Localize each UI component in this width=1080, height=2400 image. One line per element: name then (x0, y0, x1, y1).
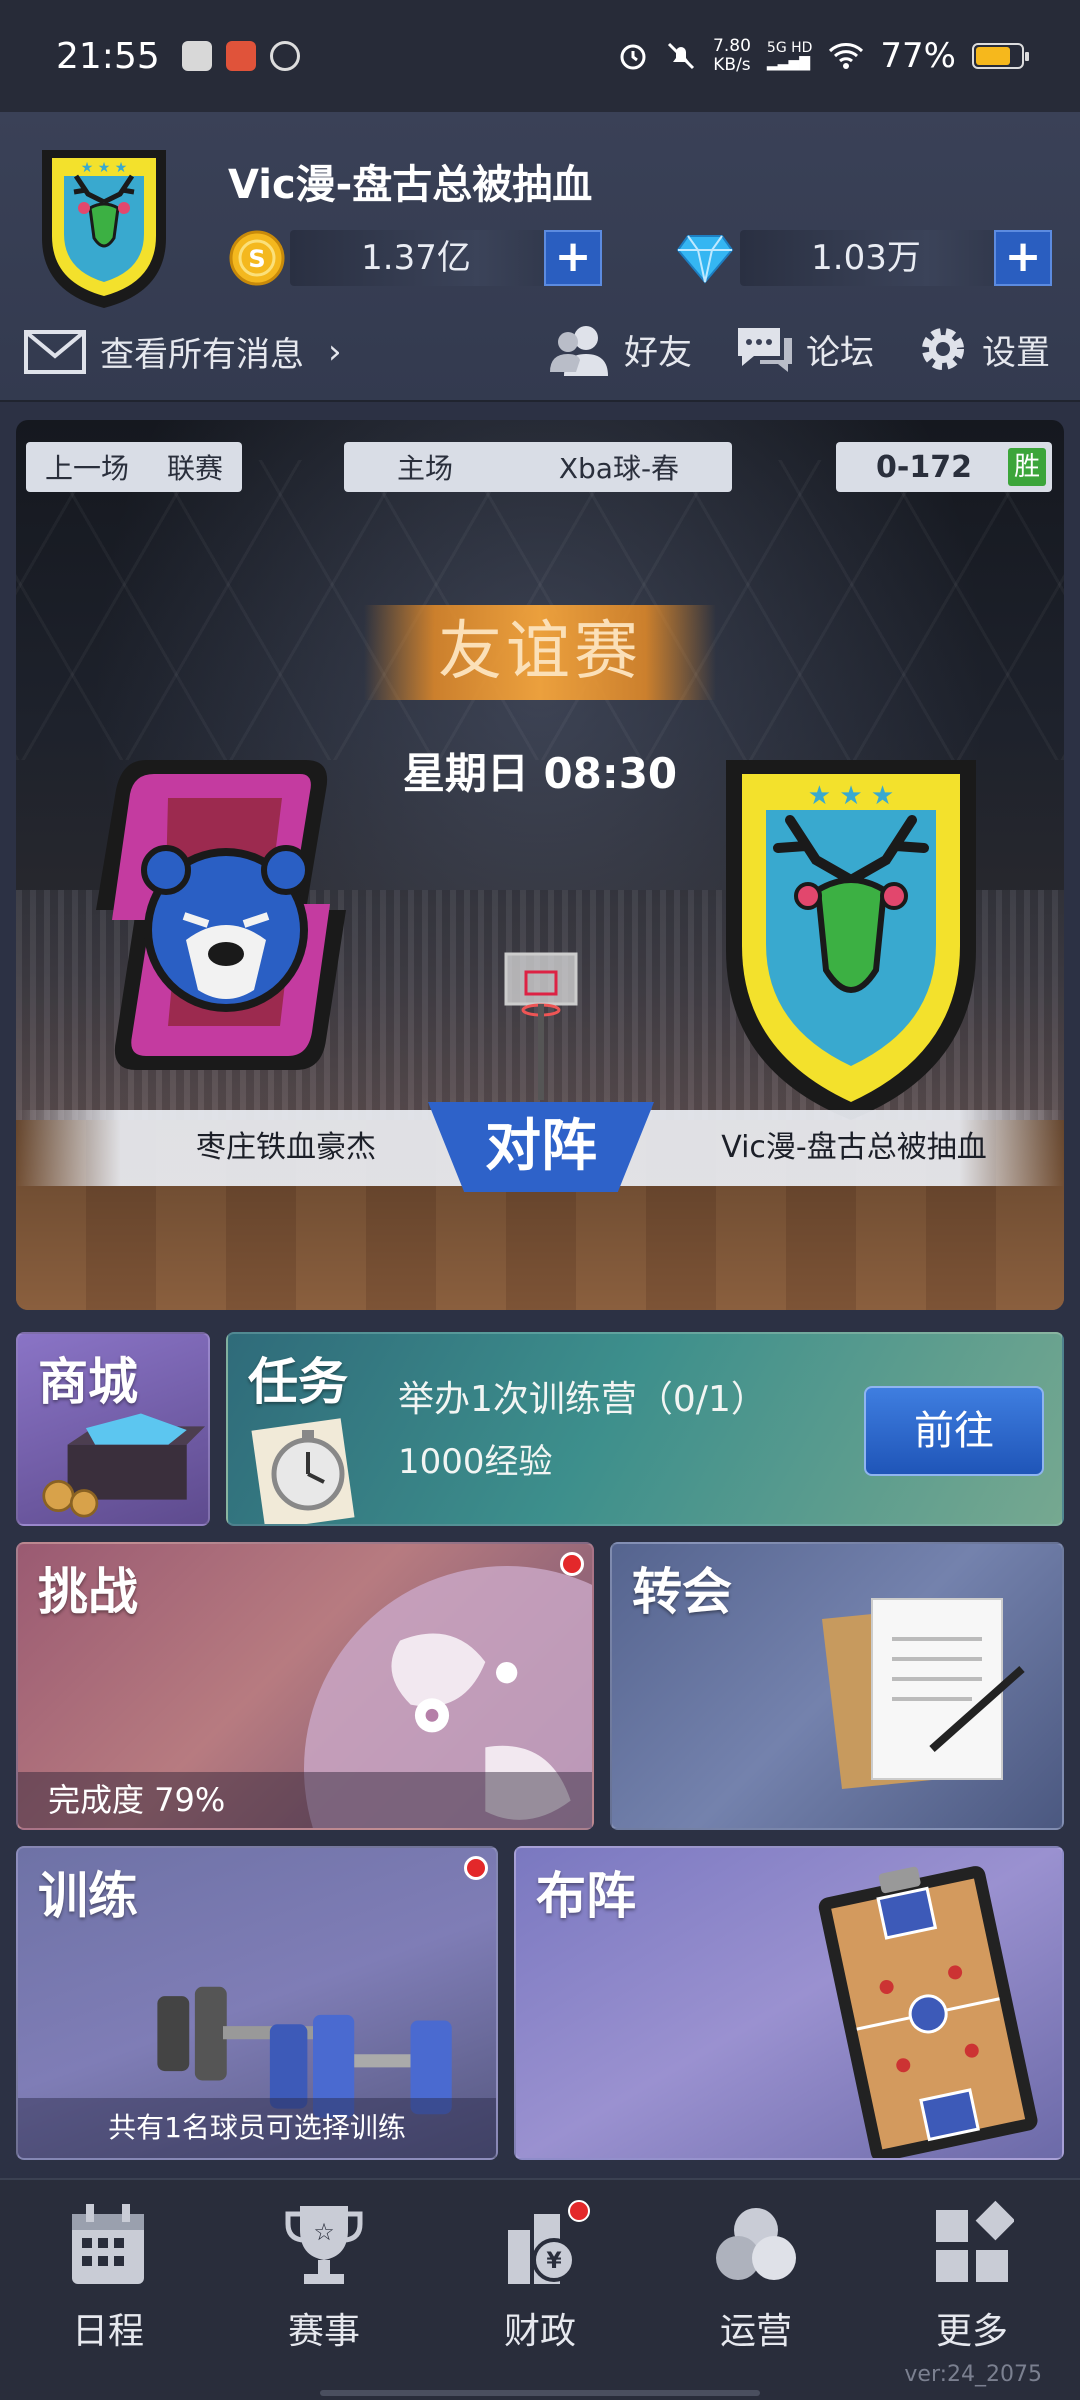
add-diamonds-button[interactable]: + (994, 230, 1052, 286)
nav-finance-label: 财政 (503, 2311, 576, 2352)
status-time: 21:55 (56, 35, 160, 77)
app-notification-icon (269, 41, 300, 71)
stopwatch-icon (251, 1418, 355, 1524)
network-speed: 7.80 KB/s (713, 36, 751, 75)
messages-label: 查看所有消息 (100, 335, 304, 375)
task-go-button[interactable]: 前往 (864, 1386, 1044, 1476)
svg-text:☆: ☆ (313, 2218, 335, 2246)
last-game-chip[interactable]: 上一场 联赛 (26, 442, 242, 492)
last-score-chip[interactable]: 0-172 胜 (836, 442, 1052, 492)
diamonds-amount: 1.03万 (811, 238, 921, 278)
task-description: 举办1次训练营（0/1） (398, 1379, 767, 1420)
svg-text:S: S (248, 245, 265, 273)
dumbbell-icon (157, 1986, 452, 2118)
basketball-hoop (504, 952, 578, 1100)
nav-schedule[interactable]: 日程 (28, 2200, 188, 2400)
status-bar: 21:55 7.80 KB/s 5G HD ▂▃▅▇ 77% (0, 0, 1080, 112)
nav-more-label: 更多 (935, 2311, 1008, 2352)
last-score: 0-172 (876, 449, 972, 485)
friends-label: 好友 (624, 332, 692, 373)
training-notification-dot (464, 1856, 488, 1880)
home-team-name: 枣庄铁血豪杰 (196, 1130, 376, 1165)
mail-icon (24, 329, 86, 374)
svg-text:★ ★ ★: ★ ★ ★ (808, 781, 894, 811)
battery-percent: 77% (880, 36, 956, 76)
app-notification-icon (225, 41, 256, 71)
nav-operations-label: 运营 (719, 2311, 792, 2352)
shop-title: 商城 (38, 1353, 138, 1411)
away-team-logo: ★ ★ ★ (726, 760, 976, 1120)
svg-text:★ ★ ★: ★ ★ ★ (81, 160, 128, 176)
finance-notification-dot (568, 2200, 590, 2222)
nav-events[interactable]: ☆ 赛事 (244, 2200, 404, 2400)
next-match-panel[interactable]: 上一场 联赛 主场 Xba球-春 0-172 胜 友谊赛 星期日 08:30 ★… (16, 420, 1064, 1310)
team-logo[interactable]: ★ ★ ★ (28, 142, 180, 312)
lineup-title: 布阵 (536, 1867, 636, 1925)
app-notification-icon (181, 41, 212, 71)
venue-name: Xba球-春 (558, 452, 680, 485)
task-tile[interactable]: 任务 举办1次训练营（0/1） 1000经验 前往 (226, 1332, 1064, 1526)
treasure-chest-icon (42, 1413, 206, 1518)
coins-amount: 1.37亿 (361, 238, 471, 278)
alarm-icon (620, 44, 646, 70)
signal-icon: 5G HD ▂▃▅▇ (766, 40, 813, 71)
team-header: ★ ★ ★ Vic漫-盘古总被抽血 S 1.37亿 + 1.03万 + 查看所有… (0, 112, 1080, 402)
svg-text:¥: ¥ (546, 2249, 562, 2274)
challenge-title: 挑战 (38, 1563, 138, 1621)
contract-icon (822, 1598, 1025, 1789)
calendar-icon (72, 2204, 144, 2284)
training-title: 训练 (38, 1867, 138, 1925)
challenge-progress: 完成度 79% (18, 1772, 592, 1828)
mute-icon (667, 42, 695, 70)
battery-icon (972, 43, 1029, 69)
task-reward: 1000经验 (398, 1442, 553, 1482)
forum-icon (738, 328, 792, 372)
result-badge: 胜 (1008, 448, 1046, 486)
versus-button[interactable]: 对阵 (428, 1102, 654, 1192)
more-icon (936, 2200, 1014, 2282)
venue-chip: 主场 Xba球-春 (344, 442, 732, 492)
transfer-title: 转会 (632, 1563, 732, 1621)
lineup-tile[interactable]: 布阵 (514, 1846, 1064, 2160)
wifi-icon (829, 43, 864, 69)
settings-label: 设置 (982, 332, 1050, 373)
team-name: Vic漫-盘古总被抽血 (228, 162, 593, 208)
match-type-banner: 友谊赛 (364, 605, 716, 700)
coins-display: 1.37亿 + (290, 230, 602, 286)
venue-label: 主场 (396, 452, 453, 485)
training-tile[interactable]: 训练 共有1名球员可选择训练 (16, 1846, 498, 2160)
trophy-icon: ☆ (285, 2206, 363, 2284)
nav-finance[interactable]: ¥ 财政 (460, 2200, 620, 2400)
gear-icon (922, 328, 964, 370)
nav-schedule-label: 日程 (71, 2311, 144, 2352)
challenge-tile[interactable]: 挑战 完成度 79% (16, 1542, 594, 1830)
forum-label: 论坛 (806, 332, 874, 373)
diamonds-display: 1.03万 + (740, 230, 1052, 286)
home-indicator[interactable] (320, 2390, 760, 2396)
add-coins-button[interactable]: + (544, 230, 602, 286)
header-nav: 好友 论坛 设置 (548, 322, 1050, 376)
coin-icon: S (229, 230, 285, 286)
version-label: ver:24_2075 (904, 2362, 1042, 2387)
chevron-right-icon: › (328, 331, 342, 372)
tactics-board-icon (818, 1866, 1038, 2158)
friends-link[interactable]: 好友 (548, 322, 692, 376)
league-label: 联赛 (166, 452, 223, 485)
messages-link[interactable]: 查看所有消息 › (24, 327, 342, 376)
settings-link[interactable]: 设置 (916, 322, 1050, 376)
diamond-icon (676, 235, 734, 284)
nav-operations[interactable]: 运营 (676, 2200, 836, 2400)
last-game-label: 上一场 (44, 452, 129, 485)
training-note: 共有1名球员可选择训练 (18, 2098, 496, 2158)
nav-events-label: 赛事 (287, 2311, 360, 2352)
home-team-logo (96, 760, 346, 1070)
transfer-tile[interactable]: 转会 (610, 1542, 1064, 1830)
away-team-name: Vic漫-盘古总被抽血 (721, 1130, 987, 1165)
operations-icon (716, 2208, 796, 2280)
shop-tile[interactable]: 商城 (16, 1332, 210, 1526)
friends-icon (550, 326, 608, 376)
forum-link[interactable]: 论坛 (734, 322, 874, 376)
